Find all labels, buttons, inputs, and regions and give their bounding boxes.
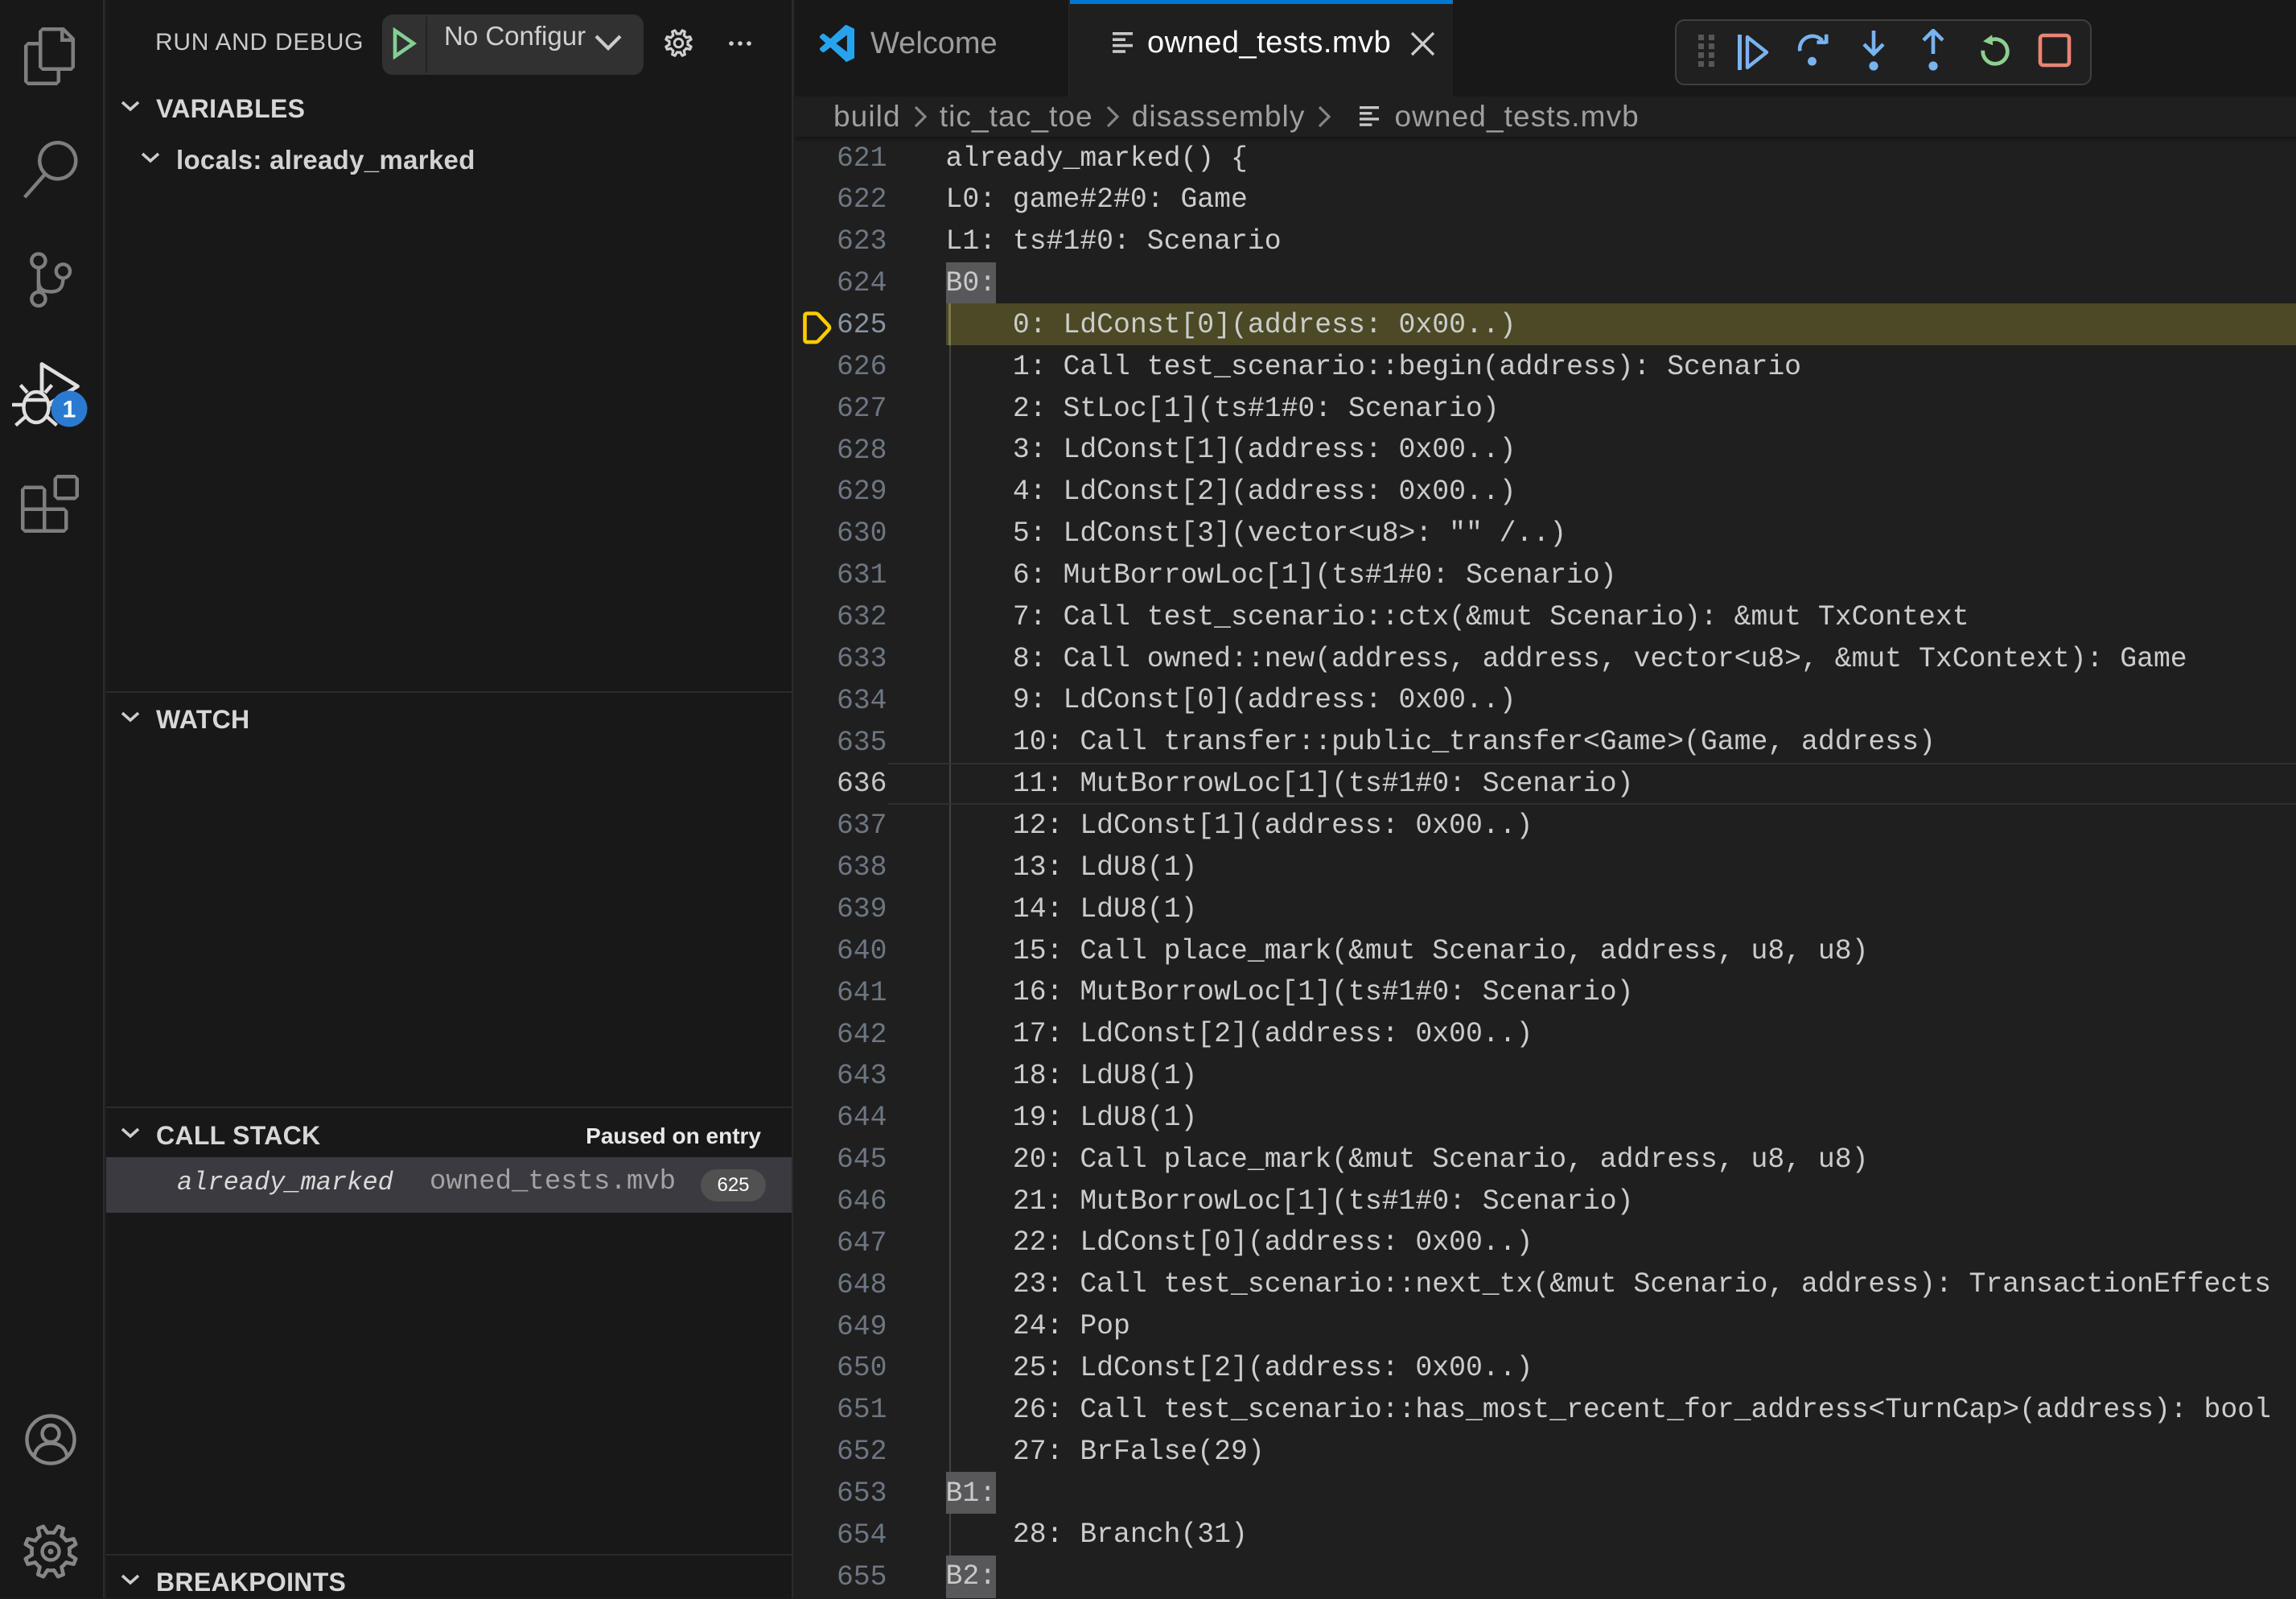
svg-text:1: 1 [63,397,76,423]
